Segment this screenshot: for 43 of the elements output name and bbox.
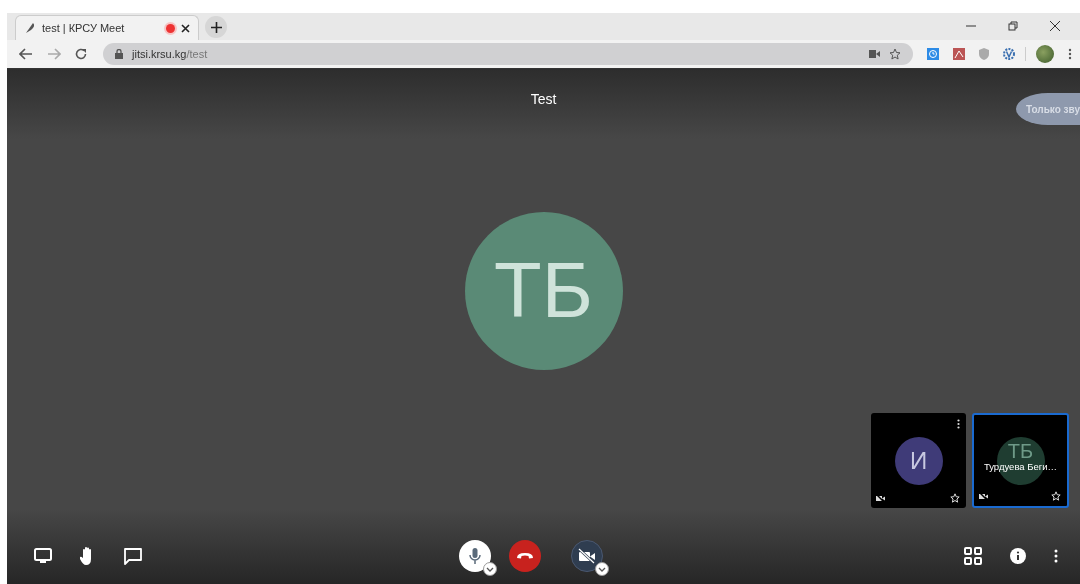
reload-icon[interactable] xyxy=(75,48,87,60)
close-window-icon[interactable] xyxy=(1050,21,1060,31)
profile-avatar[interactable] xyxy=(1036,45,1054,63)
more-icon[interactable] xyxy=(1054,549,1058,563)
participant-tile[interactable]: ТБ Турдуева Беги… xyxy=(972,413,1069,508)
pdf-extension-icon[interactable] xyxy=(953,48,965,60)
lock-icon xyxy=(115,49,123,59)
url-text: jitsi.krsu.kg/test xyxy=(132,48,208,60)
restore-icon[interactable] xyxy=(1008,21,1018,31)
microphone-icon xyxy=(469,547,481,565)
info-icon[interactable] xyxy=(1010,548,1026,564)
phone-icon xyxy=(516,552,534,560)
avatar-initials: ТБ xyxy=(1007,442,1034,460)
new-tab-button[interactable] xyxy=(205,16,227,38)
camera-icon[interactable] xyxy=(869,50,880,58)
speaker-avatar: ТБ xyxy=(464,211,623,370)
camera-off-icon xyxy=(578,548,596,564)
address-bar[interactable]: jitsi.krsu.kg/test xyxy=(103,43,913,65)
meeting-title: Test xyxy=(530,91,557,109)
camera-off-icon xyxy=(979,492,989,501)
menu-icon[interactable] xyxy=(1068,48,1072,60)
tile-view-icon[interactable] xyxy=(964,547,982,565)
microphone-button[interactable] xyxy=(459,540,491,572)
more-icon[interactable] xyxy=(957,419,960,429)
camera-button[interactable] xyxy=(571,540,603,572)
avatar-initials: И xyxy=(909,448,928,473)
plus-icon xyxy=(210,21,222,33)
participant-tile[interactable]: И xyxy=(871,413,966,508)
star-icon[interactable] xyxy=(889,48,901,60)
participant-name: Турдуева Беги… xyxy=(982,461,1059,472)
chat-icon[interactable] xyxy=(124,547,142,565)
clock-extension-icon[interactable] xyxy=(927,48,939,60)
chevron-down-icon xyxy=(486,566,494,572)
browser-tab[interactable]: test | КРСУ Meet xyxy=(15,15,199,40)
feather-icon xyxy=(24,22,36,34)
camera-off-icon xyxy=(876,494,886,503)
close-icon[interactable] xyxy=(181,23,190,33)
screen-share-icon[interactable] xyxy=(34,548,52,564)
back-icon[interactable] xyxy=(19,48,33,60)
gear-extension-icon[interactable] xyxy=(1003,48,1015,60)
hang-up-button[interactable] xyxy=(509,540,541,572)
tab-title: test | КРСУ Meet xyxy=(42,22,126,34)
chevron-down-icon xyxy=(598,566,606,572)
